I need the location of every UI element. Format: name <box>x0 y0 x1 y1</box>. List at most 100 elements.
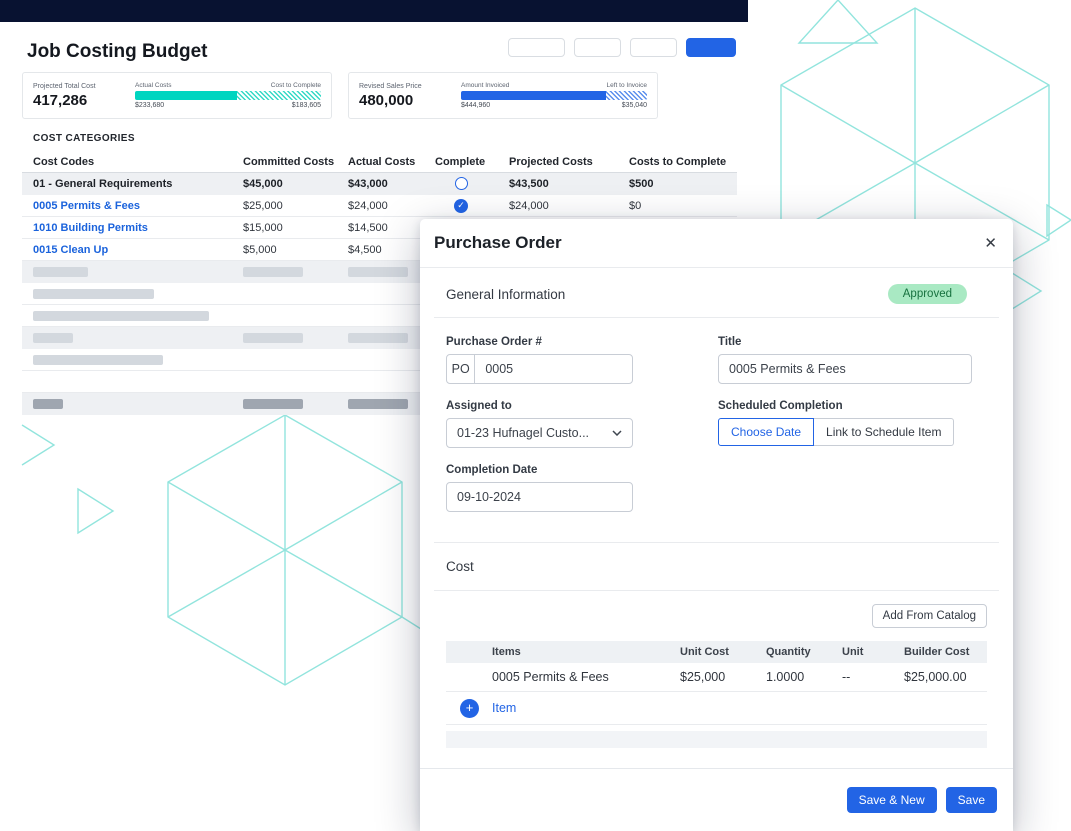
amount-invoiced-label: Amount Invoiced <box>461 82 509 89</box>
chevron-down-icon <box>612 430 622 436</box>
header-action-button-3[interactable] <box>630 38 677 57</box>
cost-categories-heading: COST CATEGORIES <box>33 133 135 144</box>
cost-to-complete-label: Cost to Complete <box>271 82 321 89</box>
table-row[interactable]: 01 - General Requirements $45,000 $43,00… <box>22 173 737 195</box>
amount-invoiced-value: $444,960 <box>461 102 490 109</box>
completion-date-input[interactable] <box>446 482 633 512</box>
budget-summary-card: Projected Total Cost 417,286 Actual Cost… <box>22 72 332 119</box>
scheduled-completion-label: Scheduled Completion <box>718 400 954 412</box>
save-button[interactable]: Save <box>946 787 997 813</box>
close-icon[interactable]: ✕ <box>984 234 997 252</box>
revised-sales-price-value: 480,000 <box>359 92 461 109</box>
actual-cell: $14,500 <box>337 217 424 238</box>
cost-code-link[interactable]: 0005 Permits & Fees <box>33 200 140 212</box>
po-prefix: PO <box>447 355 475 383</box>
page-title: Job Costing Budget <box>27 41 207 63</box>
assigned-to-select[interactable]: 01-23 Hufnagel Custo... <box>446 418 633 448</box>
po-number-input[interactable]: PO <box>446 354 633 384</box>
header-costs-to-complete: Costs to Complete <box>618 151 737 172</box>
cost-to-complete-value: $183,605 <box>292 102 321 109</box>
add-from-catalog-button[interactable]: Add From Catalog <box>872 604 987 628</box>
po-number-value[interactable] <box>475 362 632 376</box>
unit-cell: -- <box>842 670 904 684</box>
cost-code-cell: 01 - General Requirements <box>22 173 232 194</box>
table-header-row: Cost Codes Committed Costs Actual Costs … <box>22 151 737 173</box>
status-badge: Approved <box>888 284 967 304</box>
cost-table-footer-strip <box>446 731 987 748</box>
cost-table-header: Items Unit Cost Quantity Unit Builder Co… <box>446 641 987 663</box>
projected-cell: $24,000 <box>498 195 618 216</box>
projected-total-cost-label: Projected Total Cost <box>33 83 135 90</box>
add-item-link[interactable]: Item <box>492 701 516 715</box>
header-action-button-2[interactable] <box>574 38 621 57</box>
modal-title: Purchase Order <box>434 233 562 253</box>
top-nav-bar <box>0 0 748 22</box>
invoice-progress-bar <box>461 91 647 100</box>
left-to-invoice-value: $35,040 <box>622 102 647 109</box>
complete-toggle-icon[interactable] <box>455 177 468 190</box>
header-quantity: Quantity <box>766 646 842 658</box>
committed-cell: $15,000 <box>232 217 337 238</box>
header-action-button-1[interactable] <box>508 38 565 57</box>
save-and-new-button[interactable]: Save & New <box>847 787 937 813</box>
budget-progress-fill <box>135 91 237 100</box>
link-to-schedule-item-button[interactable]: Link to Schedule Item <box>814 418 954 446</box>
projected-cell: $43,500 <box>498 173 618 194</box>
actual-cell: $43,000 <box>337 173 424 194</box>
assigned-to-label: Assigned to <box>446 400 633 412</box>
add-item-plus-icon[interactable]: + <box>460 699 479 718</box>
po-number-label: Purchase Order # <box>446 336 633 348</box>
quantity-cell: 1.0000 <box>766 670 842 684</box>
cost-code-link[interactable]: 0015 Clean Up <box>33 244 108 256</box>
actual-costs-label: Actual Costs <box>135 82 172 89</box>
to-complete-cell: $500 <box>618 173 737 194</box>
header-unit: Unit <box>842 646 904 658</box>
general-information-heading: General Information <box>446 287 565 302</box>
invoice-summary-card: Revised Sales Price 480,000 Amount Invoi… <box>348 72 658 119</box>
item-name-cell: 0005 Permits & Fees <box>492 670 680 684</box>
title-label: Title <box>718 336 972 348</box>
cost-section: Add From Catalog Items Unit Cost Quantit… <box>434 591 999 748</box>
purchase-order-modal: Purchase Order ✕ General Information App… <box>420 219 1013 831</box>
modal-body: General Information Approved Purchase Or… <box>420 268 1013 768</box>
actual-costs-value: $233,680 <box>135 102 164 109</box>
budget-progress-bar <box>135 91 321 100</box>
add-item-row[interactable]: + Item <box>446 692 987 725</box>
modal-header: Purchase Order ✕ <box>420 219 1013 268</box>
header-actions <box>508 38 736 57</box>
cost-items-table: Items Unit Cost Quantity Unit Builder Co… <box>446 641 987 748</box>
choose-date-button[interactable]: Choose Date <box>718 418 814 446</box>
assigned-to-value: 01-23 Hufnagel Custo... <box>457 426 589 440</box>
complete-check-icon[interactable]: ✓ <box>454 199 468 213</box>
table-row[interactable]: 0005 Permits & Fees $25,000 $24,000 ✓ $2… <box>22 195 737 217</box>
header-committed-costs: Committed Costs <box>232 151 337 172</box>
header-unit-cost: Unit Cost <box>680 646 766 658</box>
invoice-progress-fill <box>461 91 606 100</box>
committed-cell: $25,000 <box>232 195 337 216</box>
summary-cards: Projected Total Cost 417,286 Actual Cost… <box>22 72 658 119</box>
title-value[interactable] <box>729 362 961 376</box>
projected-total-cost-value: 417,286 <box>33 92 135 109</box>
cost-item-row[interactable]: 0005 Permits & Fees $25,000 1.0000 -- $2… <box>446 663 987 692</box>
header-primary-button[interactable] <box>686 38 736 57</box>
committed-cell: $45,000 <box>232 173 337 194</box>
actual-cell: $24,000 <box>337 195 424 216</box>
header-complete: Complete <box>424 151 498 172</box>
header-projected-costs: Projected Costs <box>498 151 618 172</box>
revised-sales-price-label: Revised Sales Price <box>359 83 461 90</box>
header-cost-codes: Cost Codes <box>22 151 232 172</box>
left-to-invoice-label: Left to Invoice <box>607 82 647 89</box>
header-builder-cost: Builder Cost <box>904 646 987 658</box>
committed-cell: $5,000 <box>232 239 337 260</box>
invoice-progress-hatch <box>606 91 647 100</box>
unit-cost-cell: $25,000 <box>680 670 766 684</box>
to-complete-cell: $0 <box>618 195 737 216</box>
actual-cell: $4,500 <box>337 239 424 260</box>
general-information-form: Purchase Order # PO Title Assigned to <box>434 318 999 543</box>
modal-footer: Save & New Save <box>420 768 1013 831</box>
budget-progress-hatch <box>237 91 321 100</box>
cost-section-heading: Cost <box>446 559 474 574</box>
title-input[interactable] <box>718 354 972 384</box>
cost-code-link[interactable]: 1010 Building Permits <box>33 222 148 234</box>
completion-date-value[interactable] <box>457 490 622 504</box>
